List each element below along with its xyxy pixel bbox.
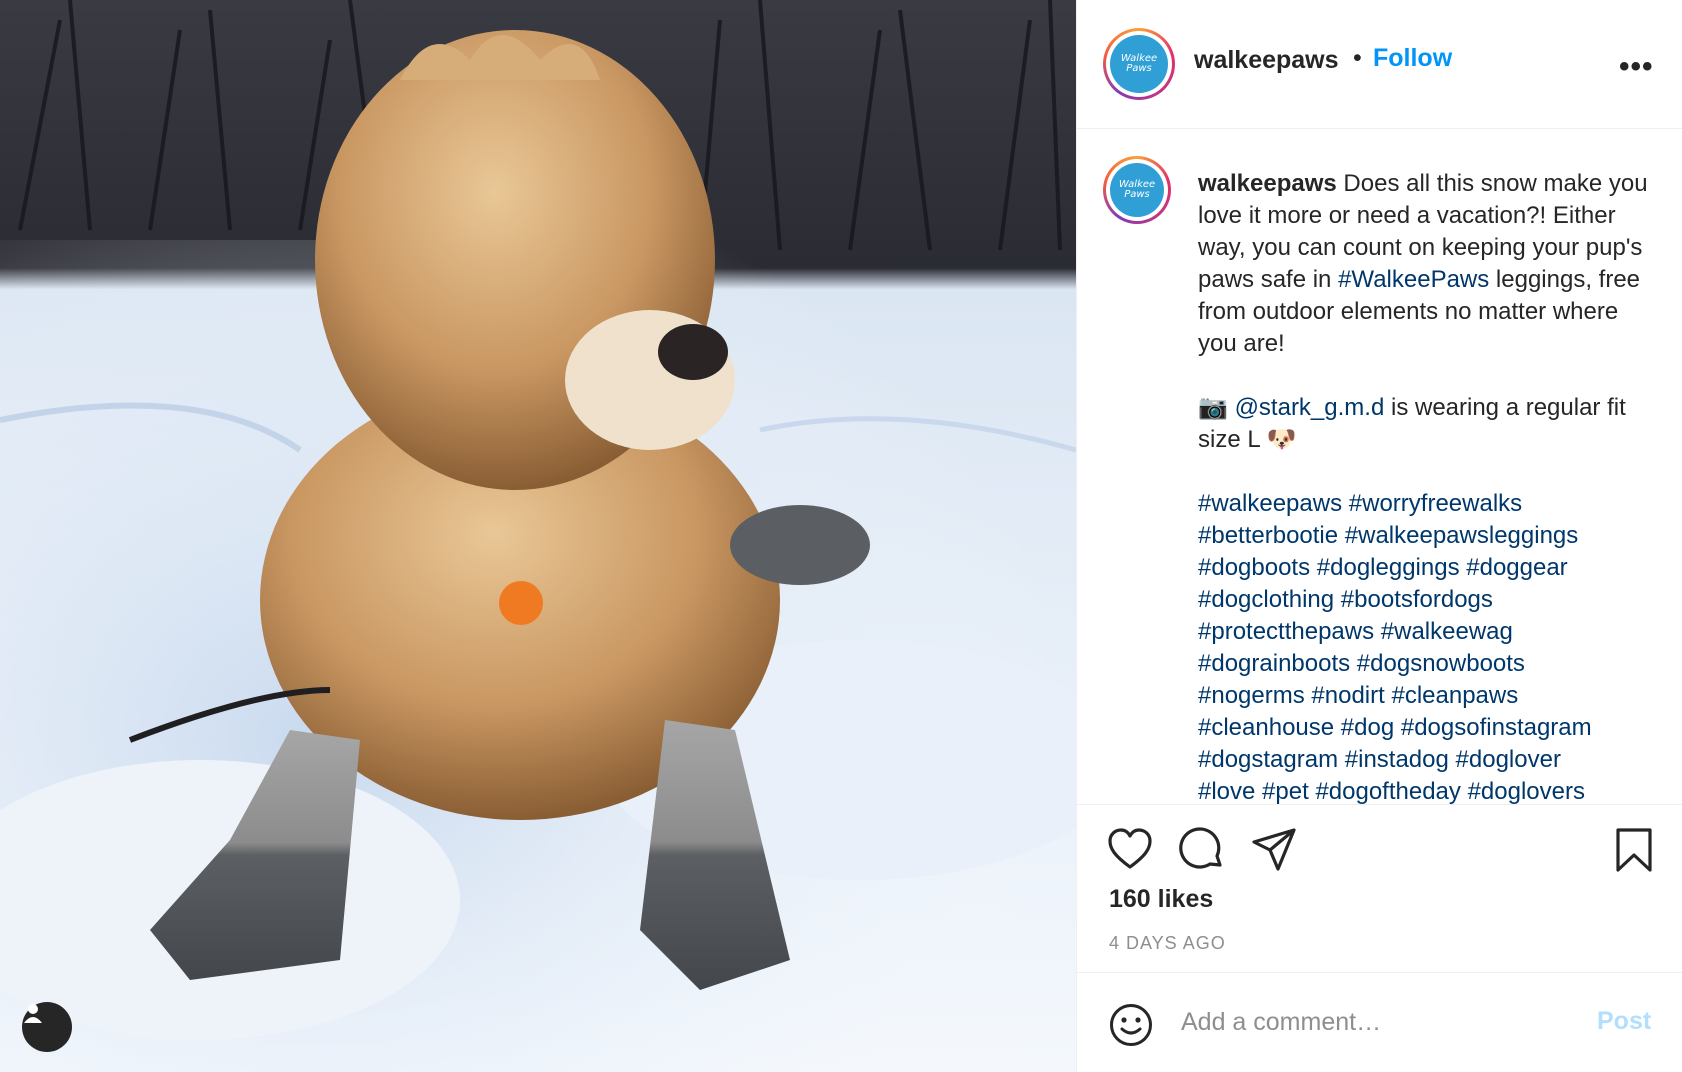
post-photo[interactable] — [0, 0, 1076, 1072]
hashtag-link[interactable]: #walkeepawsleggings — [1345, 522, 1578, 549]
avatar[interactable]: Walkee Paws — [1103, 28, 1175, 100]
hashtag-link[interactable]: #doglover — [1456, 746, 1561, 773]
hashtag-link[interactable]: #dogclothing — [1198, 586, 1334, 613]
caption-text: walkeepaws Does all this snow make you l… — [1198, 168, 1648, 804]
share-icon[interactable] — [1251, 827, 1297, 878]
hashtag-link[interactable]: #WalkeePaws — [1338, 266, 1489, 293]
logo-text-line2: Paws — [1126, 63, 1152, 74]
user-tag-icon[interactable] — [22, 1002, 72, 1052]
hashtag-link[interactable]: #instadog — [1345, 746, 1449, 773]
comment-icon[interactable] — [1179, 827, 1225, 878]
caption-brand-logo: Walkee Paws — [1110, 163, 1164, 217]
hashtag-link[interactable]: #dogsnowboots — [1357, 650, 1525, 677]
hashtag-link[interactable]: #doggear — [1466, 554, 1567, 581]
comment-row: Post — [1077, 973, 1682, 1072]
caption-avatar[interactable]: Walkee Paws — [1103, 156, 1171, 224]
hashtag-link[interactable]: #doglovers — [1468, 778, 1585, 804]
follow-button[interactable]: Follow — [1373, 44, 1452, 73]
bookmark-icon[interactable] — [1614, 827, 1654, 878]
heart-icon[interactable] — [1107, 827, 1153, 876]
hashtag-link[interactable]: #bootsfordogs — [1341, 586, 1493, 613]
header-username[interactable]: walkeepaws — [1194, 46, 1339, 75]
hashtag-link[interactable]: #dogoftheday — [1315, 778, 1460, 804]
hashtag-link[interactable]: #worryfreewalks — [1349, 490, 1522, 517]
post-button[interactable]: Post — [1597, 1007, 1651, 1036]
post-timestamp[interactable]: 4 DAYS AGO — [1109, 933, 1226, 954]
hashtag-link[interactable]: #cleanhouse — [1198, 714, 1334, 741]
caption-logo-text-line2: Paws — [1124, 189, 1150, 200]
hashtag-link[interactable]: #dogboots — [1198, 554, 1310, 581]
post-side-panel: Walkee Paws walkeepaws • Follow ••• Walk… — [1076, 0, 1682, 1072]
hashtag-link[interactable]: #dogstagram — [1198, 746, 1338, 773]
mention-link[interactable]: @stark_g.m.d — [1235, 394, 1385, 421]
dog-emoji: 🐶 — [1266, 426, 1297, 453]
post-actions: 160 likes 4 DAYS AGO — [1077, 805, 1682, 973]
hashtag-list: #walkeepaws #worryfreewalks #betterbooti… — [1198, 488, 1648, 804]
hashtag-link[interactable]: #betterbootie — [1198, 522, 1338, 549]
hashtag-link[interactable]: #protectthepaws — [1198, 618, 1374, 645]
hashtag-link[interactable]: #cleanpaws — [1391, 682, 1518, 709]
hashtag-link[interactable]: #dog — [1341, 714, 1394, 741]
hashtag-link[interactable]: #walkeewag — [1381, 618, 1513, 645]
like-count[interactable]: 160 likes — [1109, 885, 1213, 914]
hashtag-link[interactable]: #nogerms — [1198, 682, 1305, 709]
hashtag-link[interactable]: #love — [1198, 778, 1255, 804]
comment-input[interactable] — [1179, 997, 1563, 1047]
hashtag-link[interactable]: #dogsofinstagram — [1401, 714, 1592, 741]
smiley-icon[interactable] — [1109, 1003, 1153, 1052]
brand-logo: Walkee Paws — [1110, 35, 1168, 93]
hashtag-link[interactable]: #pet — [1262, 778, 1309, 804]
hashtag-link[interactable]: #nodirt — [1311, 682, 1384, 709]
more-options-icon[interactable]: ••• — [1619, 50, 1654, 84]
hashtag-link[interactable]: #walkeepaws — [1198, 490, 1342, 517]
camera-emoji: 📷 — [1198, 394, 1228, 421]
dog-in-snow-image — [0, 0, 1076, 1072]
caption-scroll-area[interactable]: Walkee Paws walkeepaws Does all this sno… — [1077, 129, 1682, 805]
header-separator: • — [1353, 44, 1362, 72]
caption-username[interactable]: walkeepaws — [1198, 170, 1337, 197]
post-header: Walkee Paws walkeepaws • Follow ••• — [1077, 0, 1682, 129]
hashtag-link[interactable]: #dogleggings — [1317, 554, 1460, 581]
hashtag-link[interactable]: #dograinboots — [1198, 650, 1350, 677]
